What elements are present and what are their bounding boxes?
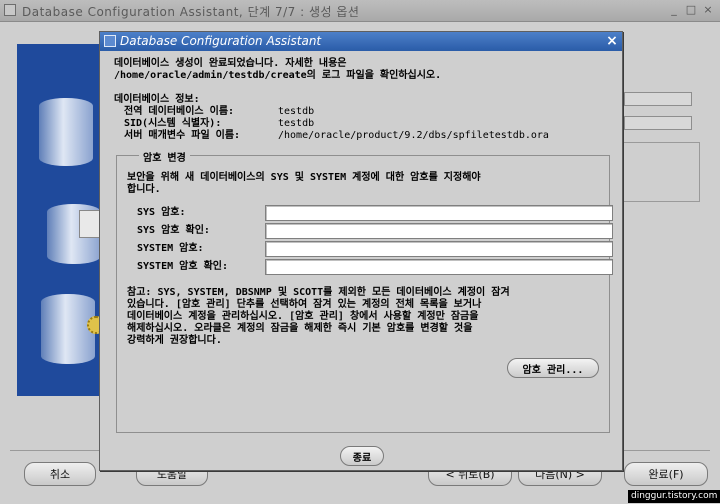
info-heading: 데이터베이스 정보:	[114, 94, 200, 105]
sys-password-confirm-label: SYS 암호 확인:	[137, 225, 210, 236]
exit-button[interactable]: 종료	[340, 446, 384, 466]
info-label: 서버 매개변수 파일 이름:	[124, 130, 241, 141]
system-password-input[interactable]	[265, 241, 613, 257]
watermark: dinggur.tistory.com	[628, 490, 720, 503]
sys-password-input[interactable]	[265, 205, 613, 221]
intro-text: 데이터베이스 생성이 완료되었습니다. 자세한 내용은	[114, 58, 347, 69]
dialog-title: Database Configuration Assistant	[120, 34, 322, 48]
password-description: 합니다.	[127, 184, 161, 195]
system-password-confirm-label: SYSTEM 암호 확인:	[137, 261, 228, 272]
background-titlebar: Database Configuration Assistant, 단계 7/7…	[0, 0, 720, 22]
close-icon[interactable]: ×	[702, 4, 714, 16]
info-value: /home/oracle/product/9.2/dbs/spfiletestd…	[278, 130, 549, 141]
background-window-title: Database Configuration Assistant, 단계 7/7…	[22, 5, 360, 19]
note-text: 해제하십시오. 오라클은 계정의 잠금을 해제한 즉시 기본 암호를 변경할 것…	[127, 323, 473, 334]
window-menu-icon[interactable]	[4, 4, 16, 16]
group-legend: 암호 변경	[139, 149, 190, 164]
background-group	[620, 142, 700, 202]
info-label: 전역 데이터베이스 이름:	[124, 106, 235, 117]
background-field	[624, 116, 692, 130]
password-management-button[interactable]: 암호 관리...	[507, 358, 599, 378]
system-password-label: SYSTEM 암호:	[137, 243, 204, 254]
note-text: 참고: SYS, SYSTEM, DBSNMP 및 SCOTT를 제외한 모든 …	[127, 287, 510, 298]
finish-button[interactable]: 완료(F)	[624, 462, 708, 486]
sys-password-label: SYS 암호:	[137, 207, 186, 218]
info-label: SID(시스템 식별자):	[124, 118, 222, 129]
cancel-button[interactable]: 취소	[24, 462, 96, 486]
completion-dialog: Database Configuration Assistant × 데이터베이…	[99, 31, 623, 471]
system-password-confirm-input[interactable]	[265, 259, 613, 275]
close-icon[interactable]: ×	[604, 33, 620, 49]
note-text: 있습니다. [암호 관리] 단추를 선택하여 잠겨 있는 계정의 전체 목록을 …	[127, 299, 482, 310]
minimize-icon[interactable]: _	[668, 4, 680, 16]
note-text: 데이터베이스 계정을 관리하십시오. [암호 관리] 창에서 사용할 계정만 잠…	[127, 311, 479, 322]
database-disk-icon	[41, 294, 95, 364]
sys-password-confirm-input[interactable]	[265, 223, 613, 239]
window-menu-icon[interactable]	[104, 35, 116, 47]
password-description: 보안을 위해 새 데이터베이스의 SYS 및 SYSTEM 계정에 대한 암호를…	[127, 172, 481, 183]
note-text: 강력하게 권장합니다.	[127, 335, 222, 346]
password-change-group: 암호 변경 보안을 위해 새 데이터베이스의 SYS 및 SYSTEM 계정에 …	[116, 149, 613, 433]
info-value: testdb	[278, 106, 315, 117]
dialog-titlebar: Database Configuration Assistant ×	[100, 32, 622, 51]
info-value: testdb	[278, 118, 315, 129]
database-disk-icon	[39, 98, 93, 166]
background-field	[624, 92, 692, 106]
maximize-icon[interactable]: □	[685, 4, 697, 16]
intro-text: /home/oracle/admin/testdb/create의 로그 파일을…	[114, 70, 442, 81]
